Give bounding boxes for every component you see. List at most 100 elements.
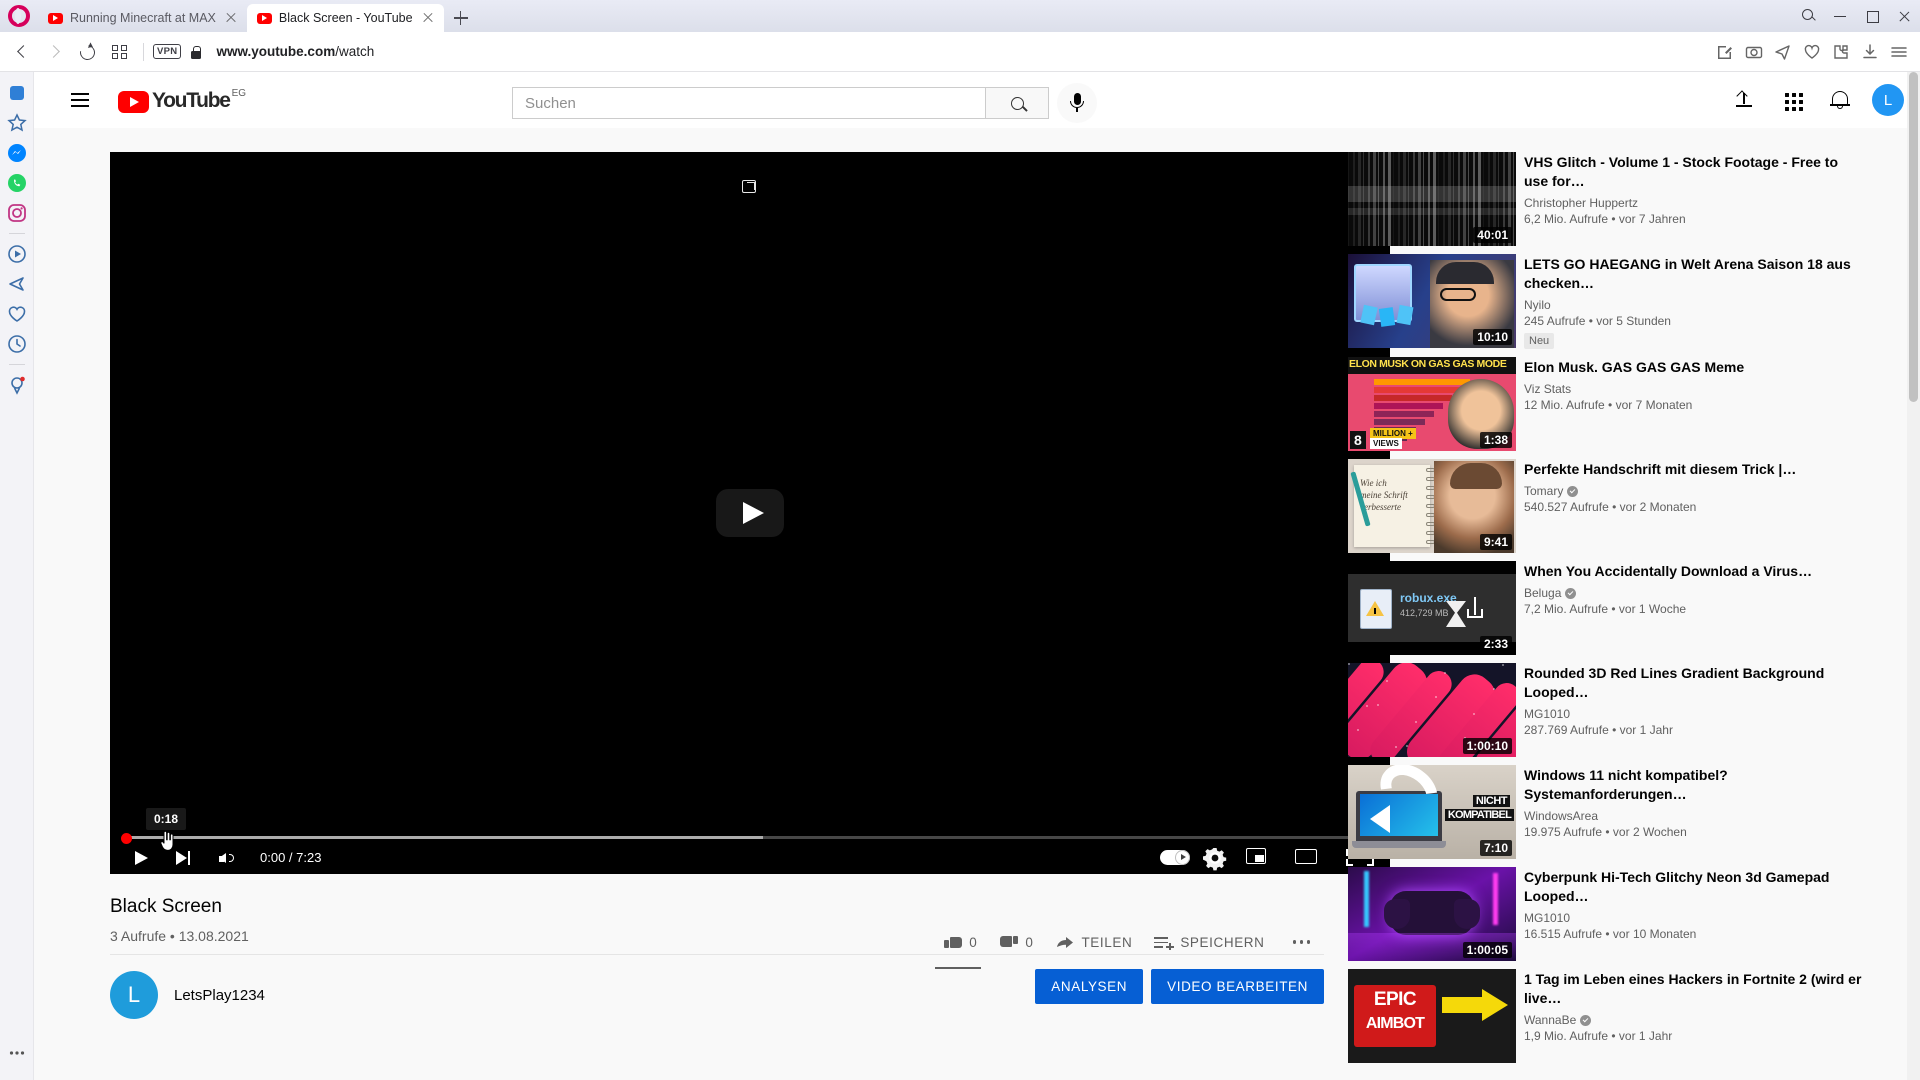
- sidebar-updates-icon[interactable]: [4, 372, 30, 398]
- miniplayer-icon[interactable]: [1240, 841, 1280, 874]
- notifications-bell-icon[interactable]: [1820, 80, 1860, 120]
- related-video-item[interactable]: Wie ich meine Schrift verbesserte 9:41 Perf…: [1348, 459, 1862, 553]
- related-video-title[interactable]: Perfekte Handschrift mit diesem Trick |…: [1524, 460, 1862, 479]
- related-video-channel[interactable]: MG1010: [1524, 707, 1862, 721]
- sidebar-instagram-icon[interactable]: [4, 200, 30, 226]
- related-video-item[interactable]: NICHT KOMPATIBEL 7:10 Windows 11 nicht kom…: [1348, 765, 1862, 859]
- related-video-item[interactable]: robux.exe 412,729 MB 2:33 When You Accide…: [1348, 561, 1862, 655]
- url-text[interactable]: www.youtube.com/watch: [216, 44, 374, 59]
- related-video-channel[interactable]: Tomary: [1524, 484, 1862, 498]
- related-video-item[interactable]: 1:00:05 Cyberpunk Hi-Tech Glitchy Neon 3d…: [1348, 867, 1862, 961]
- upload-video-icon[interactable]: [1724, 80, 1764, 120]
- extensions-icon[interactable]: [1828, 39, 1854, 65]
- volume-icon[interactable]: [208, 841, 248, 874]
- related-video-thumbnail[interactable]: ELON MUSK ON GAS GAS MODE 8 MILLION + VI…: [1348, 357, 1516, 451]
- close-icon[interactable]: [1888, 0, 1920, 32]
- progress-track[interactable]: [121, 832, 1378, 844]
- search-icon[interactable]: [1792, 0, 1824, 32]
- channel-name[interactable]: LetsPlay1234: [174, 987, 265, 1004]
- sidebar-messenger-icon[interactable]: [4, 140, 30, 166]
- related-video-title[interactable]: 1 Tag im Leben eines Hackers in Fortnite…: [1524, 970, 1862, 1008]
- video-duration-badge: 40:01: [1473, 227, 1512, 243]
- opera-menu-icon[interactable]: [1886, 39, 1912, 65]
- sidebar-flow-icon[interactable]: [4, 271, 30, 297]
- edit-page-icon[interactable]: [1712, 39, 1738, 65]
- sidebar-player-icon[interactable]: [4, 241, 30, 267]
- youtube-apps-icon[interactable]: [1772, 80, 1812, 120]
- minimize-icon[interactable]: [1824, 0, 1856, 32]
- related-video-channel[interactable]: Nyilo: [1524, 298, 1862, 312]
- maximize-icon[interactable]: [1856, 0, 1888, 32]
- autoplay-toggle[interactable]: [1160, 850, 1190, 865]
- search-input[interactable]: [512, 87, 985, 119]
- page-scrollbar[interactable]: [1907, 72, 1920, 1080]
- big-play-button[interactable]: [716, 489, 784, 537]
- related-video-title[interactable]: Windows 11 nicht kompatibel? Systemanfor…: [1524, 766, 1862, 804]
- user-avatar[interactable]: L: [1872, 84, 1904, 116]
- related-video-channel[interactable]: MG1010: [1524, 911, 1862, 925]
- sidebar-history-icon[interactable]: [4, 331, 30, 357]
- search-button[interactable]: [985, 87, 1049, 119]
- back-button[interactable]: [8, 37, 38, 67]
- related-video-item[interactable]: ELON MUSK ON GAS GAS MODE 8 MILLION + VI…: [1348, 357, 1862, 451]
- reload-button[interactable]: [72, 37, 102, 67]
- hamburger-menu-icon[interactable]: [60, 80, 100, 120]
- related-video-thumbnail[interactable]: Wie ich meine Schrift verbesserte 9:41: [1348, 459, 1516, 553]
- forward-button[interactable]: [40, 37, 70, 67]
- related-video-channel[interactable]: WannaBe: [1524, 1013, 1862, 1027]
- heart-icon[interactable]: [1799, 39, 1825, 65]
- channel-avatar[interactable]: L: [110, 971, 158, 1019]
- related-video-channel[interactable]: Christopher Huppertz: [1524, 196, 1862, 210]
- snapshot-icon[interactable]: [1741, 39, 1767, 65]
- related-video-channel[interactable]: Viz Stats: [1524, 382, 1862, 396]
- related-video-thumbnail[interactable]: 1:00:05: [1348, 867, 1516, 961]
- settings-gear-icon[interactable]: [1200, 843, 1230, 873]
- voice-search-icon[interactable]: [1057, 83, 1097, 123]
- browser-tab-1[interactable]: Running Minecraft at MAX: [38, 4, 247, 32]
- related-video-info: 1 Tag im Leben eines Hackers in Fortnite…: [1524, 969, 1862, 1063]
- related-video-item[interactable]: 10:10 LETS GO HAEGANG in Welt Arena Saiso…: [1348, 254, 1862, 349]
- sidebar-favorites-icon[interactable]: [4, 110, 30, 136]
- related-video-title[interactable]: VHS Glitch - Volume 1 - Stock Footage - …: [1524, 153, 1862, 191]
- related-video-thumbnail[interactable]: 40:01: [1348, 152, 1516, 246]
- related-video-title[interactable]: Elon Musk. GAS GAS GAS Meme: [1524, 358, 1862, 377]
- theater-mode-icon[interactable]: [1290, 841, 1330, 874]
- related-video-thumbnail[interactable]: EPIC AIMBOT: [1348, 969, 1516, 1063]
- new-tab-button[interactable]: [448, 5, 474, 31]
- related-video-channel[interactable]: Beluga: [1524, 586, 1862, 600]
- related-video-thumbnail[interactable]: NICHT KOMPATIBEL 7:10: [1348, 765, 1516, 859]
- edit-video-button[interactable]: VIDEO BEARBEITEN: [1151, 969, 1324, 1004]
- tab-close-icon[interactable]: [420, 10, 436, 26]
- divider: [143, 42, 144, 61]
- popout-player-icon[interactable]: [732, 172, 768, 202]
- sidebar-workspace-icon[interactable]: [4, 80, 30, 106]
- related-video-item[interactable]: 1:00:10 Rounded 3D Red Lines Gradient Bac…: [1348, 663, 1862, 757]
- page-scrollbar-thumb[interactable]: [1909, 72, 1918, 402]
- related-video-title[interactable]: LETS GO HAEGANG in Welt Arena Saison 18 …: [1524, 255, 1862, 293]
- tab-grid-icon[interactable]: [104, 37, 134, 67]
- seek-preview-tooltip: 0:18: [146, 808, 187, 830]
- more-actions-button[interactable]: [1279, 932, 1325, 952]
- related-video-item[interactable]: 40:01 VHS Glitch - Volume 1 - Stock Foota…: [1348, 152, 1862, 246]
- related-video-thumbnail[interactable]: robux.exe 412,729 MB 2:33: [1348, 561, 1516, 655]
- related-video-meta: 12 Mio. Aufrufe • vor 7 Monaten: [1524, 398, 1693, 412]
- youtube-logo[interactable]: YouTube EG: [118, 88, 246, 113]
- related-video-channel[interactable]: WindowsArea: [1524, 809, 1862, 823]
- sidebar-setup-icon[interactable]: [4, 1040, 30, 1066]
- download-icon[interactable]: [1857, 39, 1883, 65]
- analytics-button[interactable]: ANALYSEN: [1035, 969, 1144, 1004]
- vpn-badge[interactable]: VPN: [153, 44, 182, 59]
- related-video-thumbnail[interactable]: 10:10: [1348, 254, 1516, 348]
- play-button[interactable]: [120, 841, 160, 874]
- tab-close-icon[interactable]: [223, 10, 239, 26]
- related-video-title[interactable]: Cyberpunk Hi-Tech Glitchy Neon 3d Gamepa…: [1524, 868, 1862, 906]
- sidebar-whatsapp-icon[interactable]: [4, 170, 30, 196]
- send-icon[interactable]: [1770, 39, 1796, 65]
- related-video-item[interactable]: EPIC AIMBOT 1 Tag im Leben eines Hackers…: [1348, 969, 1862, 1063]
- video-player[interactable]: 0:18 0:00 / 7:23: [110, 152, 1390, 874]
- browser-tab-2[interactable]: Black Screen - YouTube: [246, 4, 444, 32]
- related-video-title[interactable]: When You Accidentally Download a Virus…: [1524, 562, 1862, 581]
- sidebar-bookmarks-icon[interactable]: [4, 301, 30, 327]
- related-video-title[interactable]: Rounded 3D Red Lines Gradient Background…: [1524, 664, 1862, 702]
- related-video-thumbnail[interactable]: 1:00:10: [1348, 663, 1516, 757]
